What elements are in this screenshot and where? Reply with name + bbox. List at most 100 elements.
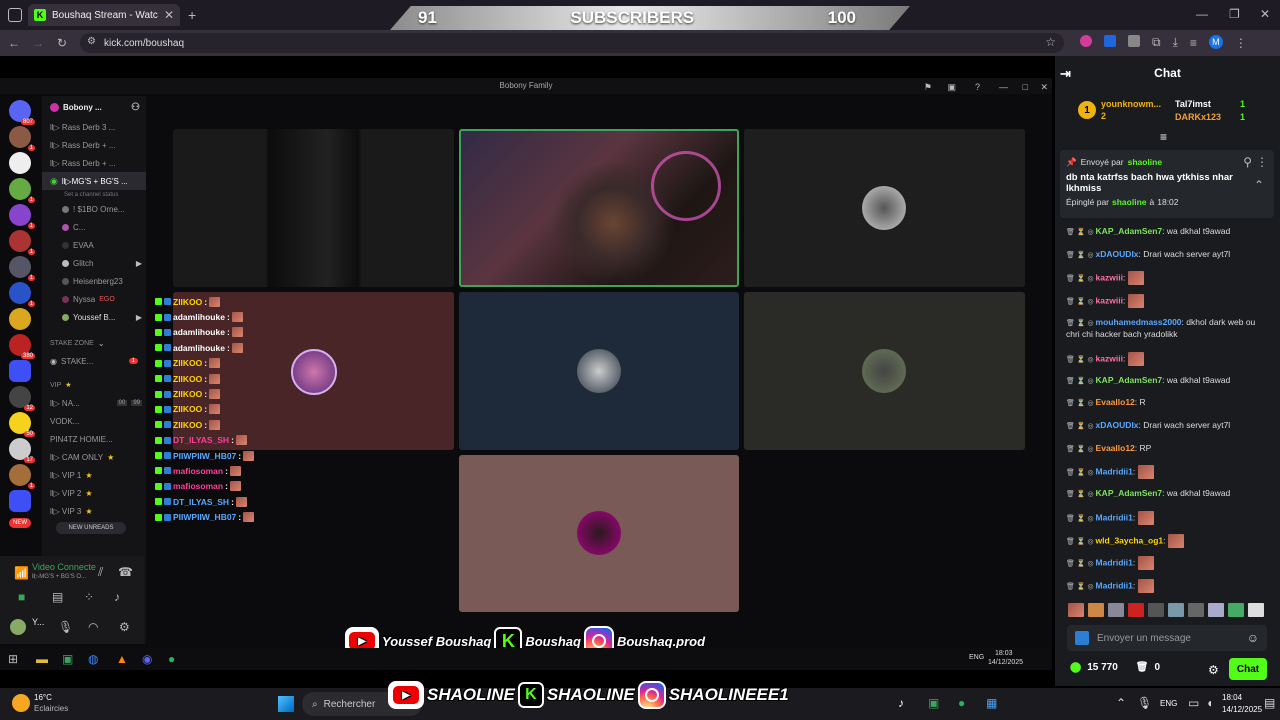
mic-icon[interactable]: 🎙 [1137,696,1152,710]
emote[interactable] [1228,603,1244,617]
pinned-by-user[interactable]: shaoline [1112,197,1146,207]
chevron-up-icon[interactable]: ⌃ [1254,178,1264,192]
back-icon[interactable]: ← [8,36,20,50]
server-icon[interactable]: 1 [9,178,35,203]
voice-user[interactable]: Glitch ▶ [42,254,146,272]
chat-message[interactable]: 🗑 ⏳ ◎ KAP_AdamSen7: wa dkhal t9awad [1066,226,1270,238]
channel[interactable]: ll▷ VIP 2 ★ [42,484,146,502]
chat-message[interactable]: 🗑 ⏳ ◎ Madridii1: [1066,579,1270,593]
chat-message[interactable]: 🗑 ⏳ ◎ Madridii1: [1066,511,1270,525]
extension-icon[interactable] [1080,35,1092,47]
clock-date[interactable]: 14/12/2025 [1222,705,1262,714]
reload-icon[interactable]: ↻ [57,36,67,50]
chat-username[interactable]: kazwiii [1096,295,1123,305]
emote[interactable] [1248,603,1264,617]
voice-channel[interactable]: ll▷ Rass Derb + ... [42,136,146,154]
mod-actions-icon[interactable]: 🗑 ⏳ ◎ [1066,560,1096,567]
new-unreads-pill[interactable]: NEW UNREADS [56,522,126,534]
more-options-icon[interactable]: ⋮ [1256,155,1268,169]
video-tile[interactable] [744,129,1025,287]
soundboard-icon[interactable]: ♪ [114,590,120,604]
mod-actions-icon[interactable]: 🗑 ⏳ ◎ [1066,320,1096,327]
tab-actions-icon[interactable] [8,8,22,22]
chat-message[interactable]: 🗑 ⏳ ◎ mouhamedmass2000: dkhol dark web o… [1066,317,1270,340]
mod-actions-icon[interactable]: 🗑 ⏳ ◎ [1066,583,1096,590]
server-icon[interactable]: 1 [9,282,35,307]
lang[interactable]: ENG [1160,699,1177,708]
chat-username[interactable]: kazwiii [1096,272,1123,282]
chat-message[interactable]: 🗑 ⏳ ◎ kazwiii: [1066,352,1270,366]
channel-stake[interactable]: ◉ STAKE... 1 [42,352,146,370]
mod-actions-icon[interactable]: 🗑 ⏳ ◎ [1066,298,1096,305]
download-icon[interactable]: ⤓ [1173,35,1178,50]
headphones-icon[interactable]: ◠ [88,620,98,634]
server-icon[interactable] [9,152,31,174]
chat-username[interactable]: xDAOUDIx [1096,420,1139,430]
browser-tab[interactable]: K Boushaq Stream - Watch Li ✕ [28,4,180,26]
screen-share-icon[interactable]: ▤ [52,590,63,604]
chat-username[interactable]: mouhamedmass2000 [1096,317,1182,327]
category-stake[interactable]: STAKE ZONE ⌄ [42,334,146,352]
add-member-icon[interactable]: ⚇ [131,102,140,113]
server-header[interactable]: Bobony ... ⚇ [42,96,146,118]
top-user[interactable]: Tal7imst [1175,99,1211,109]
channel[interactable]: ll▷ CAM ONLY ★ [42,448,146,466]
chat-input[interactable]: Envoyer un message ☺ [1067,625,1267,651]
help-icon[interactable]: ? [975,79,980,95]
folder-icon[interactable] [9,490,31,512]
collapse-chat-icon[interactable]: ⇥ [1060,66,1071,82]
activities-icon[interactable]: ⁘ [84,590,94,604]
mod-actions-icon[interactable]: 🗑 ⏳ ◎ [1066,491,1096,498]
mic-icon[interactable]: 🎙 [58,620,73,634]
network-icon[interactable]: ▭ [1188,696,1199,710]
chat-username[interactable]: KAP_AdamSen7 [1096,488,1163,498]
profile-avatar[interactable]: M [1208,35,1223,49]
screen-icon[interactable]: ▣ [947,79,956,95]
server-icon[interactable] [9,308,31,330]
server-icon[interactable]: 50 [9,412,35,437]
chat-username[interactable]: wld_3aycha_og1 [1096,535,1164,545]
more-menu-icon[interactable]: ⋮ [1235,35,1247,50]
chat-username[interactable]: KAP_AdamSen7 [1096,375,1163,385]
emote[interactable] [1108,603,1124,617]
chat-message[interactable]: 🗑 ⏳ ◎ Evaallo12: R [1066,397,1270,409]
chat-message[interactable]: 🗑 ⏳ ◎ Madridii1: [1066,465,1270,479]
server-icon[interactable]: 1 [9,256,35,281]
voice-user[interactable]: Youssef B... ▶ [42,308,146,326]
voice-user[interactable]: Heisenberg23 [42,272,146,290]
voice-user[interactable]: EVAA [42,236,146,254]
chat-username[interactable]: Madridii1 [1096,466,1133,476]
chat-message[interactable]: 🗑 ⏳ ◎ kazwiii: [1066,271,1270,285]
chat-message[interactable]: 🗑 ⏳ ◎ KAP_AdamSen7: wa dkhal t9awad [1066,488,1270,500]
avatar[interactable] [10,619,26,635]
mod-actions-icon[interactable]: 🗑 ⏳ ◎ [1066,423,1096,430]
spotify-icon[interactable]: ● [958,696,965,710]
channel[interactable]: VODK... [42,412,146,430]
video-tile[interactable] [459,292,739,450]
folder-icon[interactable] [9,360,31,382]
site-info-icon[interactable]: ⚙ [87,36,96,47]
close-icon[interactable]: ✕ [1040,79,1048,95]
noise-suppression-icon[interactable]: ⫽ [98,565,103,580]
chat-message[interactable]: 🗑 ⏳ ◎ xDAOUDIx: Drari wach server ayt7l [1066,249,1270,261]
mod-actions-icon[interactable]: 🗑 ⏳ ◎ [1066,356,1096,363]
emote[interactable] [1148,603,1164,617]
camera-icon[interactable]: ■ [18,590,25,604]
notifications-icon[interactable]: ▤ [1264,696,1275,710]
extension-icon[interactable] [1128,35,1140,47]
extensions-puzzle-icon[interactable]: ⧉ [1152,35,1161,50]
voice-channel[interactable]: ll▷ Rass Derb + ... [42,154,146,172]
disconnect-icon[interactable]: ☎ [118,565,133,579]
emote[interactable] [1208,603,1224,617]
voice-user[interactable]: C... [42,218,146,236]
emote[interactable] [1088,603,1104,617]
chat-message[interactable]: 🗑 ⏳ ◎ KAP_AdamSen7: wa dkhal t9awad [1066,375,1270,387]
weather-icon[interactable] [12,694,30,712]
chat-message[interactable]: 🗑 ⏳ ◎ kazwiii: [1066,294,1270,308]
chat-username[interactable]: Madridii1 [1096,512,1133,522]
inbox-icon[interactable]: ⚑ [924,79,932,95]
filter-icon[interactable]: ≡ [1160,130,1167,144]
emote[interactable] [1188,603,1204,617]
server-icon[interactable]: 17 [9,438,35,463]
maximize-icon[interactable]: ❐ [1229,7,1240,21]
